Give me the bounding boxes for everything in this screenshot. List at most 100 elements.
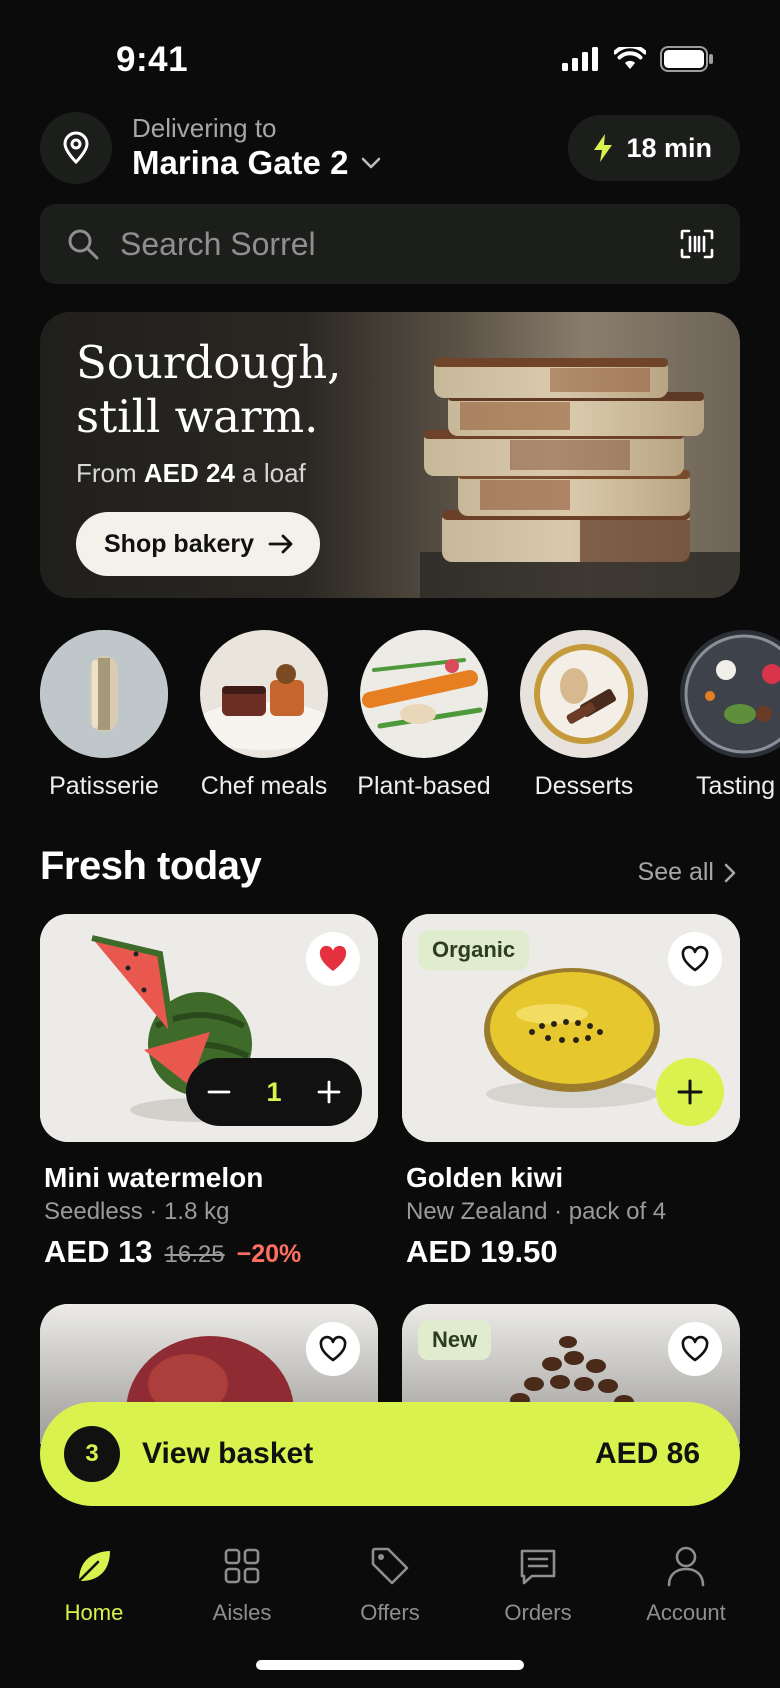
tasting-image [680, 630, 780, 758]
shop-bakery-button[interactable]: Shop bakery [76, 512, 321, 576]
product-old-price: 16.25 [164, 1241, 225, 1268]
chevron-right-icon [724, 863, 736, 882]
product-image: Organic [402, 914, 740, 1142]
arrow-right-icon [268, 534, 293, 554]
category-label: Tasting [696, 772, 776, 800]
tag-icon [371, 1547, 409, 1585]
hero-sub-suffix: a loaf [234, 458, 306, 488]
desserts-image [520, 630, 648, 758]
grid-icon [224, 1548, 260, 1584]
product-name: Golden kiwi [406, 1162, 564, 1193]
location-button[interactable] [40, 112, 112, 184]
tab-label: Orders [504, 1600, 572, 1625]
hero-title-line1: Sourdough, [76, 336, 342, 389]
favorite-button[interactable] [306, 932, 360, 986]
category-label: Chef meals [200, 772, 328, 800]
shop-bakery-label: Shop bakery [104, 529, 255, 558]
eta-value: 18 min [626, 132, 712, 163]
tab-label: Home [64, 1600, 124, 1625]
product-price: AED 19.50 [406, 1234, 558, 1269]
category-patisserie[interactable]: Patisserie [24, 630, 184, 801]
section-title: Fresh today [40, 844, 262, 888]
tab-offers[interactable]: Offers [320, 1538, 460, 1626]
chef-meals-image [200, 630, 328, 758]
basket-count-badge: 3 [64, 1426, 120, 1482]
heart-outline-icon [681, 1335, 709, 1362]
barcode-scan-icon[interactable] [680, 229, 714, 259]
wifi-icon [614, 47, 646, 69]
category-chef-meals[interactable]: Chef meals [184, 630, 344, 801]
category-tasting[interactable]: Tasting [664, 630, 780, 801]
plus-icon[interactable] [316, 1079, 342, 1105]
hero-title: Sourdough, still warm. [76, 336, 341, 444]
add-to-basket-button[interactable] [656, 1058, 724, 1126]
heart-outline-icon [681, 945, 709, 972]
bakery-promo-banner[interactable]: Sourdough, still warm. From AED 24 a loa… [40, 312, 740, 598]
category-plant-based[interactable]: Plant-based [344, 630, 504, 801]
heart-outline-icon [319, 1335, 347, 1362]
leaf-icon [78, 1551, 110, 1582]
favorite-button[interactable] [306, 1322, 360, 1376]
basket-total: AED 86 [594, 1437, 700, 1470]
category-carousel[interactable]: Patisserie Chef meals Plant-based Desser… [0, 630, 780, 810]
hero-sub-price: AED 24 [143, 458, 235, 488]
see-all-link[interactable]: See all [638, 858, 736, 887]
view-basket-label: View basket [142, 1437, 314, 1470]
delivery-eta-badge[interactable]: 18 min [568, 115, 740, 181]
product-price: AED 13 [44, 1234, 153, 1269]
patisserie-image [40, 630, 168, 758]
category-label: Desserts [534, 772, 634, 800]
product-card-golden-kiwi[interactable]: Organic Golden kiwi New Zealand · pack o… [402, 914, 740, 1270]
status-icons [562, 46, 714, 72]
product-discount: −20% [236, 1240, 302, 1268]
lightning-icon [594, 134, 613, 162]
product-meta: New Zealand · pack of 4 [406, 1198, 667, 1225]
delivering-to-label: Delivering to [132, 113, 277, 143]
category-desserts[interactable]: Desserts [504, 630, 664, 801]
delivery-address: Marina Gate 2 [132, 144, 349, 181]
view-basket-button[interactable]: 3 View basket AED 86 [40, 1402, 740, 1506]
search-input[interactable]: Search Sorrel [120, 226, 680, 263]
hero-sub-prefix: From [76, 458, 144, 488]
tab-label: Account [646, 1600, 726, 1625]
minus-icon[interactable] [206, 1079, 232, 1105]
battery-icon [660, 46, 713, 72]
product-image: 1 [40, 914, 378, 1142]
receipt-icon [520, 1549, 556, 1585]
tab-label: Aisles [212, 1600, 272, 1625]
tab-orders[interactable]: Orders [468, 1538, 608, 1626]
tab-account[interactable]: Account [616, 1538, 756, 1626]
tab-aisles[interactable]: Aisles [172, 1538, 312, 1626]
tab-label: Offers [360, 1600, 420, 1625]
category-label: Plant-based [357, 772, 491, 800]
product-price-row: AED 19.50 [402, 1234, 740, 1270]
status-bar: 9:41 [0, 0, 780, 120]
product-meta: Seedless · 1.8 kg [44, 1198, 230, 1225]
tab-home[interactable]: Home [24, 1538, 164, 1626]
category-label: Patisserie [49, 772, 159, 800]
status-time: 9:41 [116, 40, 189, 79]
user-icon [667, 1546, 705, 1587]
heart-filled-icon [319, 945, 347, 971]
plus-icon [677, 1079, 703, 1105]
search-bar[interactable]: Search Sorrel [40, 204, 740, 284]
quantity-value: 1 [266, 1076, 282, 1107]
hero-subtitle: From AED 24 a loaf [76, 458, 306, 489]
new-badge: New [418, 1320, 492, 1360]
chevron-down-icon [362, 157, 381, 169]
search-icon [68, 229, 99, 260]
product-price-row: AED 13 16.25 −20% [40, 1234, 378, 1270]
hero-title-line2: still warm. [76, 390, 319, 443]
favorite-button[interactable] [668, 1322, 722, 1376]
organic-badge: Organic [418, 930, 530, 970]
product-name: Mini watermelon [44, 1162, 264, 1193]
location-pin-icon [63, 131, 89, 165]
signal-icon [562, 47, 598, 71]
favorite-button[interactable] [668, 932, 722, 986]
see-all-label: See all [637, 858, 714, 886]
quantity-stepper[interactable]: 1 [186, 1058, 362, 1126]
plant-based-image [360, 630, 488, 758]
delivery-address-selector[interactable]: Marina Gate 2 [132, 144, 382, 182]
product-card-watermelon[interactable]: 1 Mini watermelon Seedless · 1.8 kg AED … [40, 914, 378, 1270]
sourdough-bread-image [420, 358, 740, 598]
